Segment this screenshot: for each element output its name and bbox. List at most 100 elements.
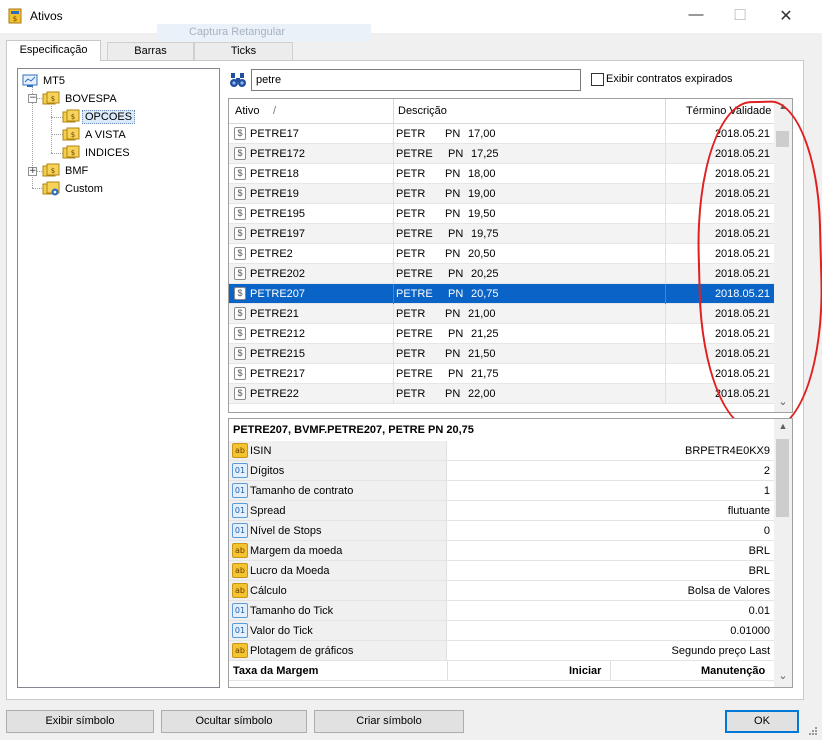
create-symbol-button[interactable]: Criar símbolo: [314, 710, 464, 733]
minimize-button[interactable]: —: [680, 6, 712, 28]
cell-ativo: PETRE21: [250, 308, 299, 320]
symbol-icon: $: [234, 167, 246, 180]
cell-descricao-base: PETR: [396, 188, 426, 200]
column-divider[interactable]: [393, 99, 394, 124]
property-row[interactable]: 01 Spread flutuante: [229, 501, 774, 521]
table-row[interactable]: $ PETRE17 PETR PN 17,00 2018.05.21: [229, 124, 774, 144]
property-key: Tamanho de contrato: [250, 485, 354, 497]
cell-descricao-type: PN: [448, 148, 464, 160]
column-divider: [665, 204, 666, 224]
expired-contracts-checkbox[interactable]: [591, 73, 604, 86]
cell-descricao-base: PETR: [396, 128, 426, 140]
column-descricao[interactable]: Descrição: [398, 105, 447, 117]
tab-ticks[interactable]: Ticks: [194, 42, 293, 60]
table-row[interactable]: $ PETRE217 PETRE PN 21,75 2018.05.21: [229, 364, 774, 384]
table-row[interactable]: $ PETRE202 PETRE PN 20,25 2018.05.21: [229, 264, 774, 284]
scroll-up-icon[interactable]: ▲: [777, 421, 789, 431]
property-row[interactable]: 01 Dígitos 2: [229, 461, 774, 481]
details-scrollbar[interactable]: ▲ ⌄: [774, 419, 792, 687]
table-row[interactable]: $ PETRE197 PETRE PN 19,75 2018.05.21: [229, 224, 774, 244]
margin-rate-header: Taxa da Margem Iniciar Manutenção: [229, 661, 774, 681]
resize-grip-icon[interactable]: [808, 726, 818, 736]
table-row[interactable]: $ PETRE195 PETR PN 19,50 2018.05.21: [229, 204, 774, 224]
svg-text:$: $: [51, 167, 55, 175]
tree-node-mt5[interactable]: MT5: [22, 72, 68, 89]
symbol-icon: $: [234, 127, 246, 140]
tree-label-opcoes: OPCOES: [82, 109, 136, 124]
title-bar: $ Ativos Captura Retangular — ☐ ✕: [0, 0, 822, 42]
close-button[interactable]: ✕: [770, 6, 802, 28]
property-row[interactable]: ab Margem da moeda BRL: [229, 541, 774, 561]
table-row[interactable]: $ PETRE21 PETR PN 21,00 2018.05.21: [229, 304, 774, 324]
column-divider: [393, 364, 394, 384]
scroll-down-icon[interactable]: ⌄: [777, 669, 789, 682]
column-ativo[interactable]: Ativo: [235, 105, 259, 117]
property-value: Segundo preço Last: [671, 645, 770, 657]
table-header: Ativo / Descrição Término Validade: [229, 99, 774, 124]
svg-text:$: $: [13, 15, 17, 23]
property-value: 2: [763, 465, 770, 477]
table-row[interactable]: $ PETRE22 PETR PN 22,00 2018.05.21: [229, 384, 774, 404]
property-key: Cálculo: [250, 585, 287, 597]
cell-ativo: PETRE18: [250, 168, 299, 180]
property-row[interactable]: 01 Nível de Stops 0: [229, 521, 774, 541]
table-row[interactable]: $ PETRE172 PETRE PN 17,25 2018.05.21: [229, 144, 774, 164]
search-input[interactable]: [251, 69, 581, 91]
expand-bmf-icon[interactable]: +: [28, 167, 37, 176]
tree-node-indices[interactable]: $ INDICES: [62, 144, 133, 161]
table-row[interactable]: $ PETRE2 PETR PN 20,50 2018.05.21: [229, 244, 774, 264]
numeric-type-icon: 01: [232, 463, 248, 478]
property-row[interactable]: ab Lucro da Moeda BRL: [229, 561, 774, 581]
numeric-type-icon: 01: [232, 503, 248, 518]
property-row[interactable]: ab Plotagem de gráficos Segundo preço Last: [229, 641, 774, 661]
symbol-tree[interactable]: MT5 − $ BOVESPA $ OPCOES $ A VISTA $ IND…: [17, 68, 220, 688]
expired-contracts-label: Exibir contratos expirados: [606, 73, 733, 85]
hide-symbol-button[interactable]: Ocultar símbolo: [161, 710, 307, 733]
column-divider[interactable]: [665, 99, 666, 124]
show-symbol-button[interactable]: Exibir símbolo: [6, 710, 154, 733]
column-divider: [393, 124, 394, 144]
tree-line: [51, 106, 52, 153]
tree-node-custom[interactable]: Custom: [42, 180, 106, 197]
scroll-thumb[interactable]: [776, 439, 789, 517]
property-row[interactable]: ab ISIN BRPETR4E0KX9: [229, 441, 774, 461]
cell-descricao-base: PETRE: [396, 328, 433, 340]
property-row[interactable]: 01 Tamanho do Tick 0.01: [229, 601, 774, 621]
tree-node-a-vista[interactable]: $ A VISTA: [62, 126, 129, 143]
table-row[interactable]: $ PETRE215 PETR PN 21,50 2018.05.21: [229, 344, 774, 364]
text-type-icon: ab: [232, 643, 248, 658]
cell-ativo: PETRE217: [250, 368, 306, 380]
cell-ativo: PETRE215: [250, 348, 306, 360]
tree-node-bovespa[interactable]: $ BOVESPA: [42, 90, 120, 107]
cell-descricao-base: PETR: [396, 388, 426, 400]
column-divider: [665, 364, 666, 384]
cell-descricao-type: PN: [445, 348, 461, 360]
folder-symbols-icon: $: [42, 91, 60, 105]
table-row[interactable]: $ PETRE19 PETR PN 19,00 2018.05.21: [229, 184, 774, 204]
folder-symbols-icon: $: [62, 127, 80, 141]
tab-barras[interactable]: Barras: [107, 42, 194, 60]
expand-bovespa-icon[interactable]: −: [28, 94, 37, 103]
table-row[interactable]: $ PETRE18 PETR PN 18,00 2018.05.21: [229, 164, 774, 184]
property-row[interactable]: 01 Tamanho de contrato 1: [229, 481, 774, 501]
cell-descricao-type: PN: [445, 248, 461, 260]
tree-node-opcoes[interactable]: $ OPCOES: [62, 108, 136, 125]
property-row[interactable]: 01 Valor do Tick 0.01000: [229, 621, 774, 641]
tab-especificacao[interactable]: Especificação: [6, 40, 101, 61]
table-row[interactable]: $ PETRE207 PETRE PN 20,75 2018.05.21: [229, 284, 774, 304]
column-iniciar: Iniciar: [569, 665, 602, 677]
table-row[interactable]: $ PETRE212 PETRE PN 21,25 2018.05.21: [229, 324, 774, 344]
window-title: Ativos: [30, 9, 63, 23]
tree-label-bovespa: BOVESPA: [65, 92, 117, 105]
property-value: 1: [763, 485, 770, 497]
symbol-icon: $: [234, 347, 246, 360]
cell-descricao-type: PN: [445, 308, 461, 320]
ok-button[interactable]: OK: [725, 710, 799, 733]
tree-node-bmf[interactable]: $ BMF: [42, 162, 91, 179]
maximize-button[interactable]: ☐: [724, 6, 756, 28]
property-row[interactable]: ab Cálculo Bolsa de Valores: [229, 581, 774, 601]
column-divider: [665, 304, 666, 324]
cell-descricao-strike: 19,75: [471, 228, 499, 240]
numeric-type-icon: 01: [232, 523, 248, 538]
column-manutencao: Manutenção: [701, 665, 766, 677]
